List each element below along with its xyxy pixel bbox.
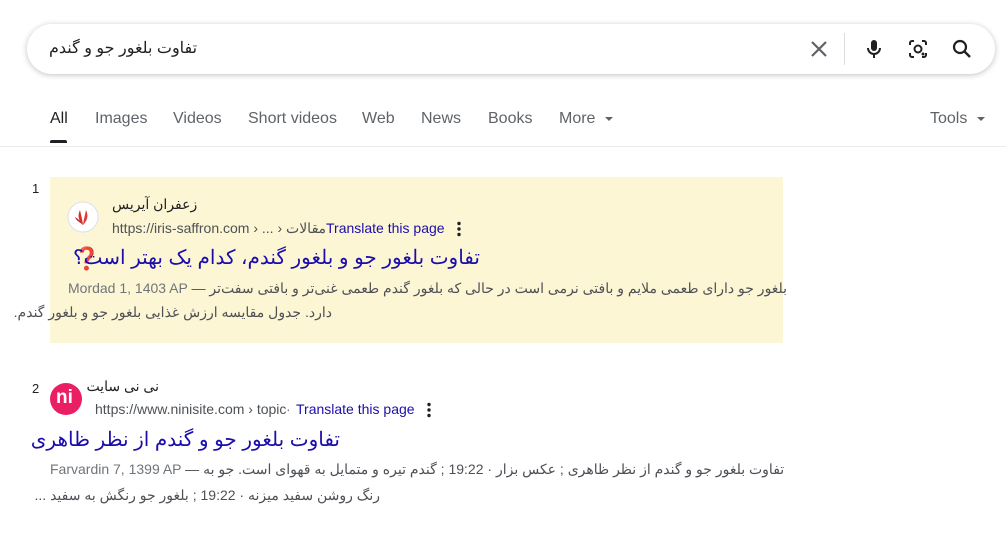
result-number: 1 xyxy=(32,181,40,196)
translate-link[interactable]: Translate this page xyxy=(296,401,415,417)
more-options-icon[interactable] xyxy=(450,220,468,238)
tab-news[interactable]: News xyxy=(421,110,461,128)
caret-down-icon xyxy=(976,116,985,121)
tools-label: Tools xyxy=(930,110,968,127)
site-url[interactable]: https://www.ninisite.com › topic xyxy=(95,401,286,417)
close-icon[interactable] xyxy=(807,37,831,61)
snippet-text: تفاوت بلغور جو و گندم از نظر ظاهری ; عکس… xyxy=(203,461,785,477)
tab-books[interactable]: Books xyxy=(488,110,532,128)
url-separator: · xyxy=(286,401,291,417)
iris-saffron-favicon[interactable] xyxy=(67,201,99,233)
result-title[interactable]: تفاوت بلغور جو و بلغور گندم، کدام یک بهت… xyxy=(73,245,480,270)
result-number: 2 xyxy=(32,381,40,396)
snippet-line-1: Mordad 1, 1403 AP — بلغور جو دارای طعمی … xyxy=(68,280,787,297)
snippet-line-2: رنگ روشن سفید میزنه · 19:22 ; بلغور جو ر… xyxy=(34,487,380,503)
active-tab-indicator xyxy=(50,140,67,143)
tab-all[interactable]: All xyxy=(50,110,68,128)
tab-web[interactable]: Web xyxy=(362,110,395,128)
date-dash: — xyxy=(185,461,204,477)
tools-button[interactable]: Tools xyxy=(930,110,986,128)
search-input[interactable]: تفاوت بلغور جو و گندم xyxy=(49,38,197,58)
result-date: Farvardin 7, 1399 AP xyxy=(50,461,182,477)
search-box[interactable]: تفاوت بلغور جو و گندم xyxy=(27,24,995,74)
result-date: Mordad 1, 1403 AP xyxy=(68,280,188,296)
date-dash: — xyxy=(191,280,210,296)
snippet-text: بلغور جو دارای طعمی ملایم و بافتی نرمی ا… xyxy=(209,280,788,296)
site-url[interactable]: https://iris-saffron.com › ... › مقالات xyxy=(112,220,326,237)
lens-icon[interactable] xyxy=(906,37,930,61)
ninisite-logo-text: ni xyxy=(56,387,73,408)
search-divider xyxy=(844,33,845,65)
snippet-line-1: Farvardin 7, 1399 AP — تفاوت بلغور جو و … xyxy=(50,461,784,478)
tab-more-label: More xyxy=(559,110,596,127)
ninisite-favicon[interactable]: ni xyxy=(50,383,82,415)
tab-more[interactable]: More xyxy=(559,110,614,128)
search-tabs: All Images Videos Short videos Web News … xyxy=(0,106,1006,146)
snippet-line-2: دارد. جدول مقایسه ارزش غذایی بلغور جو و … xyxy=(13,304,332,320)
tab-videos[interactable]: Videos xyxy=(173,110,222,128)
url-separator: · xyxy=(315,220,320,236)
tab-short-videos[interactable]: Short videos xyxy=(248,110,337,128)
more-options-icon[interactable] xyxy=(420,401,438,419)
translate-link[interactable]: Translate this page xyxy=(326,220,445,236)
caret-down-icon xyxy=(604,116,613,121)
search-icon[interactable] xyxy=(950,37,974,61)
tab-images[interactable]: Images xyxy=(95,110,147,128)
site-name[interactable]: زعفران آیریس xyxy=(112,196,197,213)
microphone-icon[interactable] xyxy=(862,37,886,61)
result-title[interactable]: تفاوت بلغور جو و گندم از نظر ظاهری xyxy=(31,427,340,452)
site-name[interactable]: نی نی سایت xyxy=(86,378,159,395)
tabs-divider xyxy=(0,146,1006,147)
